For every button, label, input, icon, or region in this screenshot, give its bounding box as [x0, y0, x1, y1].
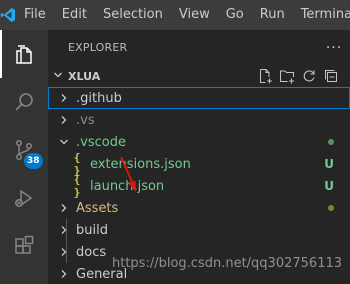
- chevron-right-icon: [56, 247, 72, 257]
- tree-item-label: build: [76, 222, 108, 238]
- tree-folder-row[interactable]: .github: [48, 87, 350, 109]
- menu-selection[interactable]: Selection: [95, 0, 171, 30]
- tree-item-label: launch.json: [90, 178, 165, 194]
- chevron-down-icon: [56, 137, 72, 147]
- tree-item-label: .github: [76, 90, 122, 106]
- menu-bar: FileEditSelectionViewGoRunTerminal: [16, 0, 350, 30]
- extensions-activity-icon[interactable]: [0, 222, 48, 270]
- watermark-text: https://blog.csdn.net/qq302756113: [112, 256, 343, 271]
- more-actions-icon[interactable]: ···: [318, 40, 350, 56]
- collapse-all-icon[interactable]: [320, 65, 342, 87]
- git-status-badge: U: [324, 157, 334, 171]
- tree-item-label: docs: [76, 244, 107, 260]
- workspace-section-header[interactable]: XLUA: [48, 65, 350, 87]
- tree-folder-row[interactable]: .vs: [48, 109, 350, 131]
- run-debug-activity-icon[interactable]: [0, 174, 48, 222]
- tree-file-row[interactable]: { } extensions.json U: [48, 151, 350, 177]
- menu-file[interactable]: File: [16, 0, 54, 30]
- menu-go[interactable]: Go: [218, 0, 252, 30]
- tree-folder-row[interactable]: Assets: [48, 197, 350, 219]
- git-status-badge: U: [324, 179, 334, 193]
- explorer-sidebar: EXPLORER ··· XLUA .github .vs .vscode {…: [48, 30, 350, 284]
- chevron-right-icon: [56, 269, 72, 279]
- tree-folder-row[interactable]: .vscode: [48, 131, 350, 153]
- tree-folder-row[interactable]: build: [48, 219, 350, 241]
- menu-edit[interactable]: Edit: [54, 0, 95, 30]
- tree-item-label: .vs: [76, 112, 95, 128]
- chevron-right-icon: [56, 225, 72, 235]
- vscode-logo-icon: [0, 0, 16, 30]
- tree-item-label: .vscode: [76, 134, 126, 150]
- explorer-title: EXPLORER: [68, 41, 128, 54]
- source-control-activity-icon[interactable]: 38: [0, 126, 48, 174]
- activity-bar: 38: [0, 30, 48, 284]
- refresh-icon[interactable]: [298, 65, 320, 87]
- git-status-dot: [328, 205, 334, 211]
- chevron-down-icon: [48, 70, 68, 83]
- explorer-activity-icon[interactable]: [0, 30, 48, 78]
- menu-terminal[interactable]: Terminal: [293, 0, 350, 30]
- file-tree: .github .vs .vscode{ } extensions.json U{ } l…: [48, 87, 350, 284]
- tree-item-label: extensions.json: [90, 156, 191, 172]
- tree-file-row[interactable]: { } launch.json U: [48, 173, 350, 199]
- chevron-right-icon: [56, 115, 72, 125]
- menu-run[interactable]: Run: [252, 0, 293, 30]
- json-file-icon: { }: [73, 173, 81, 199]
- menu-view[interactable]: View: [171, 0, 218, 30]
- explorer-header: EXPLORER ···: [48, 30, 350, 65]
- chevron-right-icon: [56, 203, 72, 213]
- chevron-right-icon: [56, 93, 72, 103]
- new-folder-icon[interactable]: [276, 65, 298, 87]
- source-control-badge: 38: [24, 153, 43, 169]
- title-bar: FileEditSelectionViewGoRunTerminal: [0, 0, 350, 30]
- workspace-title: XLUA: [68, 69, 101, 83]
- tree-item-label: Assets: [76, 200, 119, 216]
- new-file-icon[interactable]: [254, 65, 276, 87]
- git-status-dot: [328, 139, 334, 145]
- search-activity-icon[interactable]: [0, 78, 48, 126]
